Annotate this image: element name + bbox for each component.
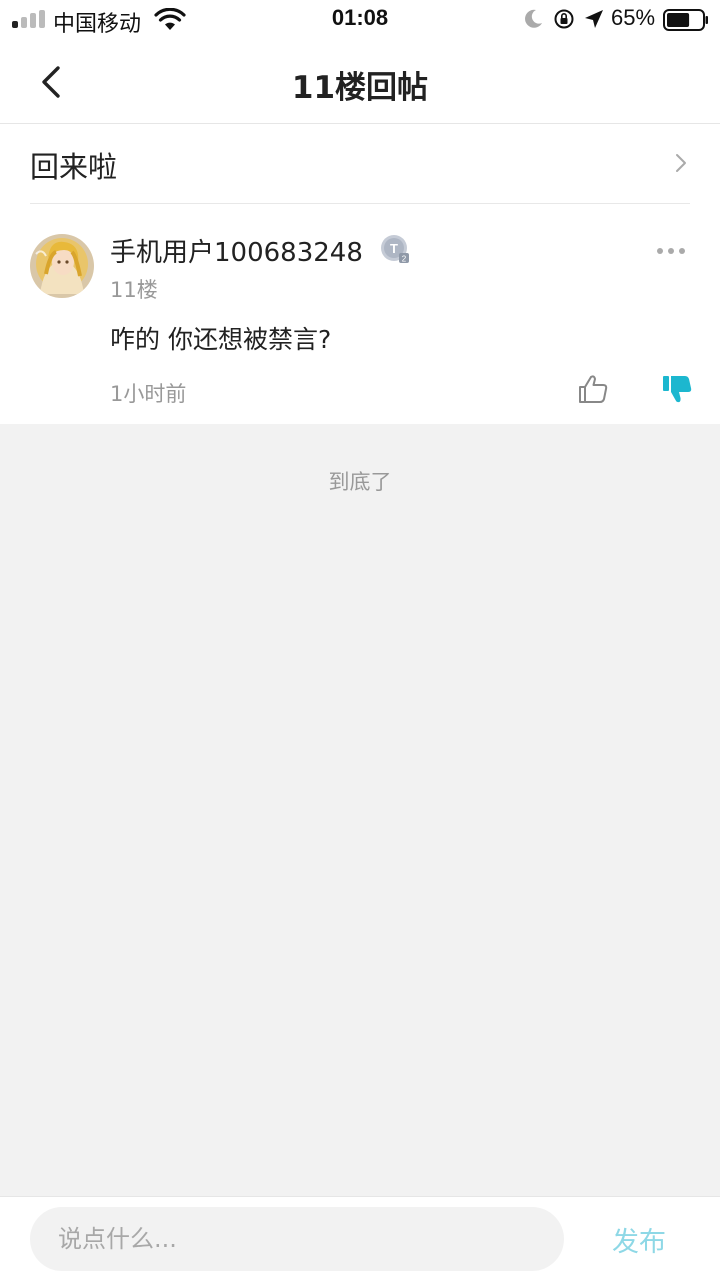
svg-text:2: 2 xyxy=(402,255,407,264)
username[interactable]: 手机用户100683248 xyxy=(110,232,363,269)
avatar[interactable] xyxy=(30,234,94,298)
reply-card: 回来啦 手机用户100683248 T 2 11楼 咋的 你还想被禁言? 1小时… xyxy=(0,124,720,424)
battery-percent: 65% xyxy=(611,5,656,30)
rotation-lock-icon xyxy=(554,9,574,29)
floor-number: 11楼 xyxy=(110,278,158,302)
publish-button[interactable]: 发布 xyxy=(596,1217,682,1261)
moon-icon xyxy=(525,9,542,28)
chevron-right-icon xyxy=(676,154,686,172)
thread-link[interactable]: 回来啦 xyxy=(30,124,690,204)
post-time: 1小时前 xyxy=(110,382,187,406)
thread-title: 回来啦 xyxy=(30,150,118,184)
comment-input[interactable] xyxy=(30,1207,564,1271)
end-of-list-text: 到底了 xyxy=(328,470,392,494)
more-dots-icon[interactable] xyxy=(656,244,686,258)
svg-text:T: T xyxy=(390,241,398,256)
status-bar: 中国移动 01:08 65% xyxy=(0,0,720,40)
thumbs-down-filled-icon[interactable] xyxy=(660,372,694,406)
location-arrow-icon xyxy=(585,10,603,28)
battery-icon xyxy=(663,9,708,31)
page-title: 11楼回帖 xyxy=(291,70,429,106)
level-badge-icon: T 2 xyxy=(381,235,409,264)
comment-bar: 发布 xyxy=(0,1196,720,1281)
thumbs-up-outline-icon[interactable] xyxy=(576,372,610,406)
nav-bar: 11楼回帖 xyxy=(0,40,720,124)
reply-content: 咋的 你还想被禁言? xyxy=(110,325,332,354)
